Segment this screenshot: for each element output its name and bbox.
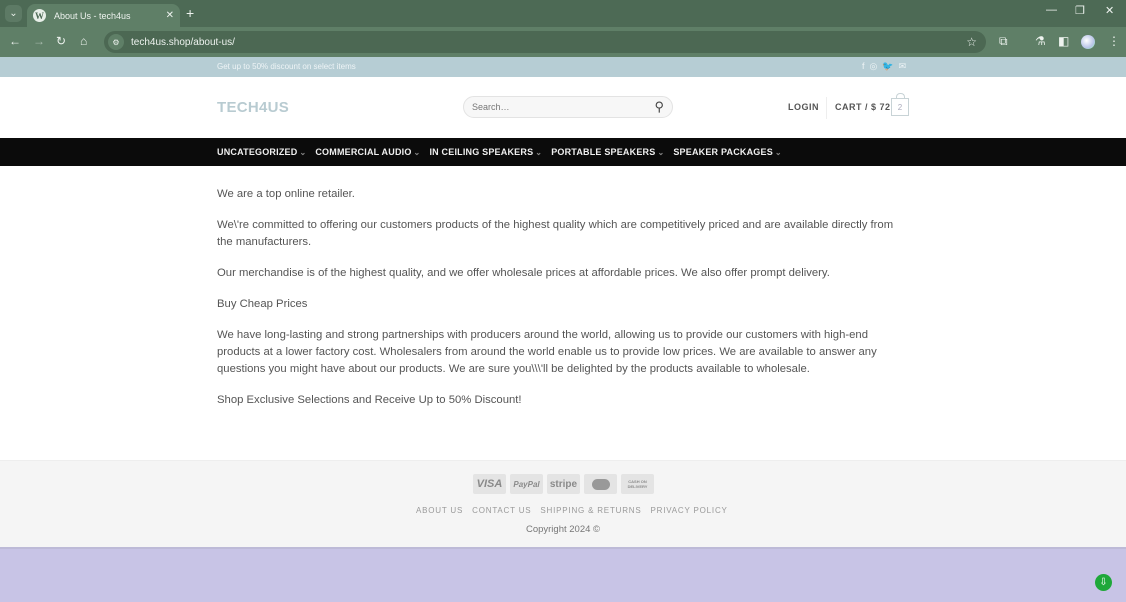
paragraph-intro: We are a top online retailer.	[217, 188, 355, 200]
footer-link-contact-us[interactable]: CONTACT US	[472, 506, 531, 515]
paragraph-merchandise: Our merchandise is of the highest qualit…	[217, 267, 830, 279]
login-link[interactable]: LOGIN	[788, 102, 819, 112]
about-content: We are a top online retailer. We\'re com…	[217, 186, 897, 423]
twitter-icon[interactable]: 🐦	[882, 61, 893, 72]
nav-item-label: COMMERCIAL AUDIO	[315, 147, 412, 157]
site-info-icon[interactable]: ⚙	[108, 34, 124, 50]
nav-item-label: IN CEILING SPEAKERS	[429, 147, 534, 157]
browser-tab-bar: ⌄ W About Us - tech4us ✕ + — ❐ ✕	[0, 0, 1126, 27]
nav-item-label: SPEAKER PACKAGES	[673, 147, 773, 157]
labs-icon[interactable]: ⚗	[1035, 34, 1046, 48]
search-box: ⚲	[463, 96, 673, 118]
close-window-icon[interactable]: ✕	[1105, 4, 1114, 17]
new-tab-button[interactable]: +	[186, 5, 194, 21]
cash-on-delivery-icon: CASH ON DELIVERY	[621, 474, 654, 494]
paragraph-partnerships: We have long-lasting and strong partners…	[217, 329, 877, 375]
chevron-down-icon: ⌄	[9, 8, 18, 19]
email-icon[interactable]: ✉	[899, 61, 907, 72]
mastercard-logo	[591, 478, 610, 490]
paragraph-buy-cheap: Buy Cheap Prices	[217, 298, 308, 310]
footer-link-shipping-returns[interactable]: SHIPPING & RETURNS	[540, 506, 641, 515]
home-icon[interactable]: ⌂	[80, 34, 87, 48]
footer-link-privacy-policy[interactable]: PRIVACY POLICY	[651, 506, 728, 515]
visa-icon: VISA	[473, 474, 506, 494]
minimize-icon[interactable]: —	[1046, 4, 1057, 16]
footer-link-about-us[interactable]: ABOUT US	[416, 506, 463, 515]
cart-count: 2	[897, 102, 903, 112]
site-footer: VISA PayPal stripe CASH ON DELIVERY ABOU…	[0, 460, 1126, 547]
footer-links: ABOUT US CONTACT US SHIPPING & RETURNS P…	[416, 506, 728, 515]
facebook-icon[interactable]: f	[862, 61, 865, 72]
nav-item-uncategorized[interactable]: UNCATEGORIZED ⌄	[217, 147, 306, 157]
cart-bag-icon[interactable]: 2	[891, 93, 909, 116]
mastercard-icon	[584, 474, 617, 494]
nav-item-speaker-packages[interactable]: SPEAKER PACKAGES ⌄	[673, 147, 781, 157]
extensions-icon[interactable]: ⧉	[999, 34, 1008, 49]
search-input[interactable]	[472, 102, 655, 112]
main-navigation: UNCATEGORIZED ⌄ COMMERCIAL AUDIO ⌄ IN CEIL…	[0, 138, 1126, 166]
sidebar-icon[interactable]: ◧	[1058, 34, 1069, 48]
cart-link[interactable]: CART / $ 72	[835, 102, 891, 112]
tab-title: About Us - tech4us	[54, 10, 131, 21]
header-divider	[826, 97, 827, 119]
back-icon[interactable]: ←	[9, 34, 21, 48]
promo-top-bar: Get up to 50% discount on select items f…	[0, 57, 1126, 77]
paragraph-commitment: We\'re committed to offering our custome…	[217, 219, 894, 248]
paypal-icon: PayPal	[510, 474, 543, 494]
paragraph-discount: Shop Exclusive Selections and Receive Up…	[217, 394, 522, 406]
url-text[interactable]: tech4us.shop/about-us/	[131, 37, 966, 48]
forward-icon[interactable]: →	[33, 34, 45, 48]
social-links: f ◎ 🐦 ✉	[862, 61, 906, 72]
browser-toolbar: ← → ↻ ⌂ ⚙ tech4us.shop/about-us/ ☆ ⧉ ⚗ ◧…	[0, 27, 1126, 57]
nav-item-portable-speakers[interactable]: PORTABLE SPEAKERS ⌄	[551, 147, 664, 157]
browser-tab[interactable]: W About Us - tech4us ✕	[27, 4, 180, 27]
site-logo[interactable]: TECH4US	[217, 99, 289, 116]
bookmark-star-icon[interactable]: ☆	[966, 35, 977, 49]
chevron-down-icon: ⌄	[774, 147, 782, 157]
promo-text: Get up to 50% discount on select items	[217, 62, 356, 71]
close-tab-icon[interactable]: ✕	[166, 10, 174, 21]
reload-icon[interactable]: ↻	[56, 34, 66, 48]
tab-list-button[interactable]: ⌄	[5, 5, 22, 22]
profile-avatar[interactable]	[1081, 35, 1095, 49]
chevron-down-icon: ⌄	[535, 147, 543, 157]
menu-icon[interactable]: ⋮	[1108, 34, 1120, 48]
page-bottom-area	[0, 547, 1126, 602]
stripe-icon: stripe	[547, 474, 580, 494]
search-icon[interactable]: ⚲	[654, 99, 664, 115]
floating-download-button[interactable]: ⇩	[1095, 574, 1112, 591]
nav-item-label: UNCATEGORIZED	[217, 147, 298, 157]
wordpress-favicon-icon: W	[33, 9, 46, 22]
nav-item-label: PORTABLE SPEAKERS	[551, 147, 656, 157]
chevron-down-icon: ⌄	[657, 147, 665, 157]
chevron-down-icon: ⌄	[299, 147, 307, 157]
address-bar[interactable]: ⚙ tech4us.shop/about-us/ ☆	[104, 31, 986, 53]
restore-icon[interactable]: ❐	[1075, 4, 1085, 17]
chevron-down-icon: ⌄	[413, 147, 421, 157]
nav-item-commercial-audio[interactable]: COMMERCIAL AUDIO ⌄	[315, 147, 420, 157]
copyright-text: Copyright 2024 ©	[525, 524, 601, 535]
instagram-icon[interactable]: ◎	[870, 61, 878, 72]
nav-item-in-ceiling-speakers[interactable]: IN CEILING SPEAKERS ⌄	[429, 147, 542, 157]
download-icon: ⇩	[1099, 577, 1108, 588]
site-header: TECH4US ⚲ LOGIN CART / $ 72 2	[0, 77, 1126, 138]
payment-icons: VISA PayPal stripe CASH ON DELIVERY	[473, 474, 654, 494]
